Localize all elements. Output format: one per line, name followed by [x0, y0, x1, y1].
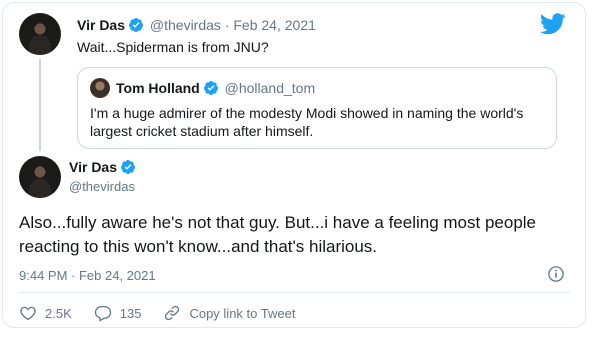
info-icon[interactable] — [547, 265, 565, 283]
quoted-tweet-header: Tom Holland @holland_tom — [116, 80, 315, 99]
top-tweet-date[interactable]: Feb 24, 2021 — [233, 17, 316, 33]
avatar-vir-das-main[interactable] — [19, 156, 61, 198]
quoted-tweet[interactable]: Tom Holland @holland_tom I'm a huge admi… — [77, 67, 557, 149]
thread-connector-line — [39, 59, 41, 151]
top-author-handle[interactable]: @thevirdas — [150, 17, 221, 33]
like-count: 2.5K — [45, 305, 72, 321]
verified-badge-icon — [203, 80, 219, 99]
top-tweet-header: Vir Das @thevirdas · Feb 24, 2021 — [77, 17, 316, 36]
divider — [19, 292, 571, 293]
top-author-name[interactable]: Vir Das — [77, 17, 125, 33]
main-author-handle[interactable]: @thevirdas — [69, 179, 135, 194]
copy-link-label: Copy link to Tweet — [189, 305, 296, 321]
heart-icon — [20, 306, 36, 321]
reply-button[interactable]: 135 — [94, 304, 142, 322]
avatar-vir-das-top[interactable] — [19, 13, 61, 55]
main-author-name-row: Vir Das — [69, 159, 138, 178]
reply-count: 135 — [119, 305, 142, 321]
link-icon — [165, 305, 180, 321]
twitter-bird-icon[interactable] — [539, 13, 566, 35]
reply-bubble-icon — [94, 305, 111, 322]
main-author-name[interactable]: Vir Das — [69, 159, 117, 175]
quoted-tweet-text: I'm a huge admirer of the modesty Modi s… — [90, 105, 524, 139]
verified-badge-icon — [120, 159, 136, 178]
quoted-author-name: Tom Holland — [116, 80, 200, 96]
header-separator: · — [224, 17, 230, 33]
tweet-timestamp[interactable]: 9:44 PM · Feb 24, 2021 — [19, 268, 156, 283]
copy-link-button[interactable]: Copy link to Tweet — [163, 304, 295, 322]
verified-badge-icon — [128, 17, 144, 36]
like-button[interactable]: 2.5K — [19, 304, 72, 322]
action-bar: 2.5K 135 Copy link to Tweet — [19, 303, 317, 323]
embedded-tweet-card: Vir Das @thevirdas · Feb 24, 2021 Wait..… — [2, 2, 586, 328]
main-tweet-text: Also...fully aware he's not that guy. Bu… — [19, 213, 537, 256]
top-tweet-text: Wait...Spiderman is from JNU? — [77, 39, 269, 55]
avatar-tom-holland — [90, 78, 110, 98]
quoted-author-handle: @holland_tom — [224, 80, 316, 96]
